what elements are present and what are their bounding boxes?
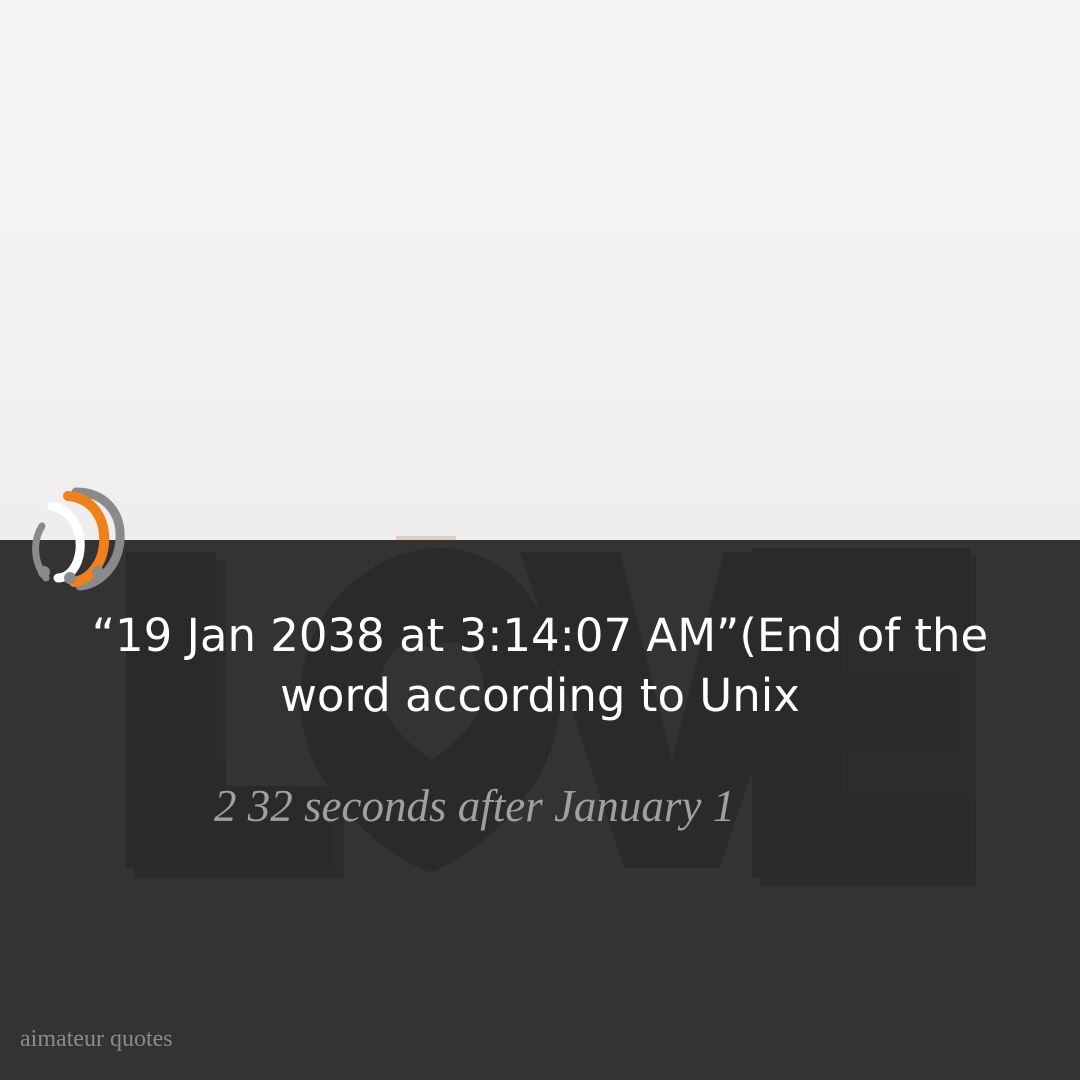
love-sign-background — [126, 536, 976, 886]
orbit-logo-icon — [32, 487, 125, 591]
brand-watermark: aimateur quotes — [20, 1026, 173, 1052]
quote-main-text: “19 Jan 2038 at 3:14:07 AM”(End of the w… — [91, 609, 989, 722]
quote-card: “19 Jan 2038 at 3:14:07 AM”(End of the w… — [0, 0, 1080, 1080]
quote-sub-text: 2 32 seconds after January 1 — [214, 781, 736, 831]
